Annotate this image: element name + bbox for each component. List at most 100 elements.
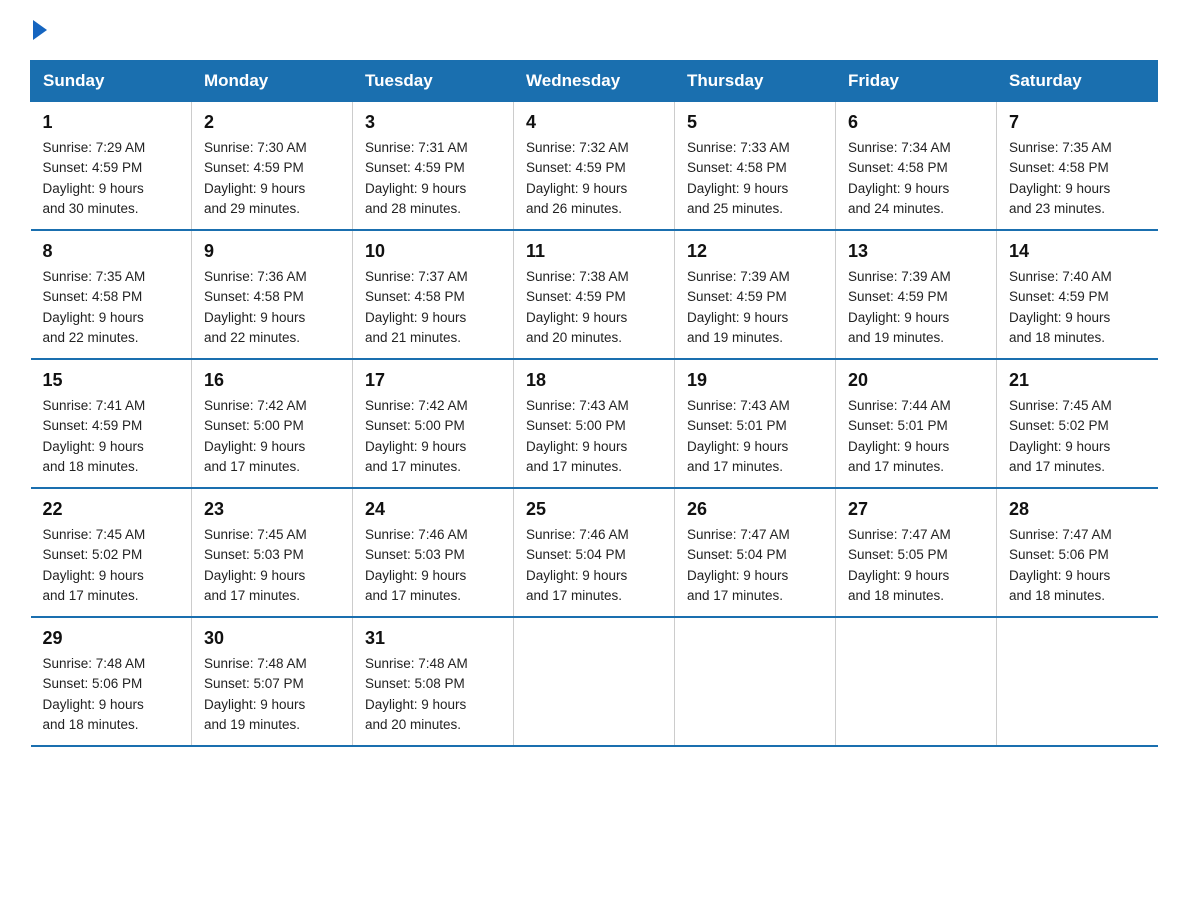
- day-number: 4: [526, 112, 662, 133]
- calendar-cell: 5 Sunrise: 7:33 AMSunset: 4:58 PMDaylight…: [675, 102, 836, 231]
- day-info: Sunrise: 7:47 AMSunset: 5:05 PMDaylight:…: [848, 525, 984, 606]
- calendar-week-row: 8Sunrise: 7:35 AMSunset: 4:58 PMDaylight…: [31, 230, 1158, 359]
- day-info: Sunrise: 7:38 AMSunset: 4:59 PMDaylight:…: [526, 267, 662, 348]
- weekday-header-wednesday: Wednesday: [514, 61, 675, 102]
- day-info: Sunrise: 7:46 AMSunset: 5:03 PMDaylight:…: [365, 525, 501, 606]
- calendar-cell: 12 Sunrise: 7:39 AMSunset: 4:59 PMDayligh…: [675, 230, 836, 359]
- calendar-cell: 20Sunrise: 7:44 AMSunset: 5:01 PMDayligh…: [836, 359, 997, 488]
- day-number: 18: [526, 370, 662, 391]
- day-info: Sunrise: 7:45 AMSunset: 5:02 PMDaylight:…: [1009, 396, 1146, 477]
- calendar-cell: 21Sunrise: 7:45 AMSunset: 5:02 PMDayligh…: [997, 359, 1158, 488]
- day-info: Sunrise: 7:47 AMSunset: 5:06 PMDaylight:…: [1009, 525, 1146, 606]
- calendar-cell: 19 Sunrise: 7:43 AMSunset: 5:01 PMDayligh…: [675, 359, 836, 488]
- day-number: 11: [526, 241, 662, 262]
- day-number: 1: [43, 112, 180, 133]
- day-number: 10: [365, 241, 501, 262]
- calendar-cell: 30 Sunrise: 7:48 AMSunset: 5:07 PMDayligh…: [192, 617, 353, 746]
- calendar-cell: 18Sunrise: 7:43 AMSunset: 5:00 PMDayligh…: [514, 359, 675, 488]
- day-number: 16: [204, 370, 340, 391]
- calendar-cell: 1Sunrise: 7:29 AMSunset: 4:59 PMDaylight…: [31, 102, 192, 231]
- day-number: 19: [687, 370, 823, 391]
- day-info: Sunrise: 7:48 AMSunset: 5:06 PMDaylight:…: [43, 654, 180, 735]
- day-info: Sunrise: 7:40 AMSunset: 4:59 PMDaylight:…: [1009, 267, 1146, 348]
- calendar-cell: 3Sunrise: 7:31 AMSunset: 4:59 PMDaylight…: [353, 102, 514, 231]
- day-info: Sunrise: 7:30 AMSunset: 4:59 PMDaylight:…: [204, 138, 340, 219]
- day-number: 14: [1009, 241, 1146, 262]
- day-number: 7: [1009, 112, 1146, 133]
- day-number: 31: [365, 628, 501, 649]
- day-info: Sunrise: 7:34 AMSunset: 4:58 PMDaylight:…: [848, 138, 984, 219]
- calendar-cell: 9 Sunrise: 7:36 AMSunset: 4:58 PMDaylight…: [192, 230, 353, 359]
- day-info: Sunrise: 7:39 AMSunset: 4:59 PMDaylight:…: [848, 267, 984, 348]
- day-number: 13: [848, 241, 984, 262]
- calendar-week-row: 15 Sunrise: 7:41 AMSunset: 4:59 PMDayligh…: [31, 359, 1158, 488]
- day-info: Sunrise: 7:46 AMSunset: 5:04 PMDaylight:…: [526, 525, 662, 606]
- weekday-header-sunday: Sunday: [31, 61, 192, 102]
- calendar-cell: 13 Sunrise: 7:39 AMSunset: 4:59 PMDayligh…: [836, 230, 997, 359]
- calendar-cell: 24 Sunrise: 7:46 AMSunset: 5:03 PMDayligh…: [353, 488, 514, 617]
- day-info: Sunrise: 7:37 AMSunset: 4:58 PMDaylight:…: [365, 267, 501, 348]
- day-number: 5: [687, 112, 823, 133]
- day-info: Sunrise: 7:35 AMSunset: 4:58 PMDaylight:…: [1009, 138, 1146, 219]
- calendar-week-row: 22 Sunrise: 7:45 AMSunset: 5:02 PMDayligh…: [31, 488, 1158, 617]
- day-info: Sunrise: 7:33 AMSunset: 4:58 PMDaylight:…: [687, 138, 823, 219]
- day-number: 24: [365, 499, 501, 520]
- day-number: 28: [1009, 499, 1146, 520]
- day-info: Sunrise: 7:42 AMSunset: 5:00 PMDaylight:…: [204, 396, 340, 477]
- day-number: 2: [204, 112, 340, 133]
- logo: [30, 20, 47, 40]
- day-number: 12: [687, 241, 823, 262]
- day-number: 26: [687, 499, 823, 520]
- calendar-cell: 11 Sunrise: 7:38 AMSunset: 4:59 PMDayligh…: [514, 230, 675, 359]
- calendar-cell: 31 Sunrise: 7:48 AMSunset: 5:08 PMDayligh…: [353, 617, 514, 746]
- weekday-header-row: SundayMondayTuesdayWednesdayThursdayFrid…: [31, 61, 1158, 102]
- day-number: 27: [848, 499, 984, 520]
- calendar-cell: [675, 617, 836, 746]
- day-info: Sunrise: 7:32 AMSunset: 4:59 PMDaylight:…: [526, 138, 662, 219]
- day-info: Sunrise: 7:41 AMSunset: 4:59 PMDaylight:…: [43, 396, 180, 477]
- calendar-cell: [514, 617, 675, 746]
- day-number: 15: [43, 370, 180, 391]
- calendar-cell: 27 Sunrise: 7:47 AMSunset: 5:05 PMDayligh…: [836, 488, 997, 617]
- calendar-cell: 22 Sunrise: 7:45 AMSunset: 5:02 PMDayligh…: [31, 488, 192, 617]
- calendar-cell: 7 Sunrise: 7:35 AMSunset: 4:58 PMDaylight…: [997, 102, 1158, 231]
- page-header: [30, 20, 1158, 40]
- day-number: 6: [848, 112, 984, 133]
- day-number: 3: [365, 112, 501, 133]
- calendar-cell: 10 Sunrise: 7:37 AMSunset: 4:58 PMDayligh…: [353, 230, 514, 359]
- day-number: 9: [204, 241, 340, 262]
- calendar-table: SundayMondayTuesdayWednesdayThursdayFrid…: [30, 60, 1158, 747]
- calendar-cell: 16 Sunrise: 7:42 AMSunset: 5:00 PMDayligh…: [192, 359, 353, 488]
- day-info: Sunrise: 7:48 AMSunset: 5:08 PMDaylight:…: [365, 654, 501, 735]
- logo-arrow-icon: [33, 20, 47, 40]
- calendar-cell: 4 Sunrise: 7:32 AMSunset: 4:59 PMDaylight…: [514, 102, 675, 231]
- calendar-cell: 23Sunrise: 7:45 AMSunset: 5:03 PMDayligh…: [192, 488, 353, 617]
- calendar-cell: [836, 617, 997, 746]
- day-info: Sunrise: 7:42 AMSunset: 5:00 PMDaylight:…: [365, 396, 501, 477]
- calendar-cell: 28 Sunrise: 7:47 AMSunset: 5:06 PMDayligh…: [997, 488, 1158, 617]
- calendar-cell: 8Sunrise: 7:35 AMSunset: 4:58 PMDaylight…: [31, 230, 192, 359]
- day-info: Sunrise: 7:43 AMSunset: 5:01 PMDaylight:…: [687, 396, 823, 477]
- day-number: 8: [43, 241, 180, 262]
- day-number: 23: [204, 499, 340, 520]
- calendar-week-row: 29Sunrise: 7:48 AMSunset: 5:06 PMDayligh…: [31, 617, 1158, 746]
- day-number: 25: [526, 499, 662, 520]
- day-info: Sunrise: 7:45 AMSunset: 5:02 PMDaylight:…: [43, 525, 180, 606]
- weekday-header-tuesday: Tuesday: [353, 61, 514, 102]
- day-info: Sunrise: 7:48 AMSunset: 5:07 PMDaylight:…: [204, 654, 340, 735]
- calendar-cell: 17 Sunrise: 7:42 AMSunset: 5:00 PMDayligh…: [353, 359, 514, 488]
- day-number: 22: [43, 499, 180, 520]
- day-number: 17: [365, 370, 501, 391]
- calendar-cell: 15 Sunrise: 7:41 AMSunset: 4:59 PMDayligh…: [31, 359, 192, 488]
- day-info: Sunrise: 7:36 AMSunset: 4:58 PMDaylight:…: [204, 267, 340, 348]
- weekday-header-friday: Friday: [836, 61, 997, 102]
- day-info: Sunrise: 7:39 AMSunset: 4:59 PMDaylight:…: [687, 267, 823, 348]
- calendar-cell: 29Sunrise: 7:48 AMSunset: 5:06 PMDayligh…: [31, 617, 192, 746]
- calendar-cell: [997, 617, 1158, 746]
- calendar-week-row: 1Sunrise: 7:29 AMSunset: 4:59 PMDaylight…: [31, 102, 1158, 231]
- calendar-cell: 14 Sunrise: 7:40 AMSunset: 4:59 PMDayligh…: [997, 230, 1158, 359]
- day-number: 30: [204, 628, 340, 649]
- weekday-header-saturday: Saturday: [997, 61, 1158, 102]
- calendar-cell: 6 Sunrise: 7:34 AMSunset: 4:58 PMDaylight…: [836, 102, 997, 231]
- calendar-cell: 25 Sunrise: 7:46 AMSunset: 5:04 PMDayligh…: [514, 488, 675, 617]
